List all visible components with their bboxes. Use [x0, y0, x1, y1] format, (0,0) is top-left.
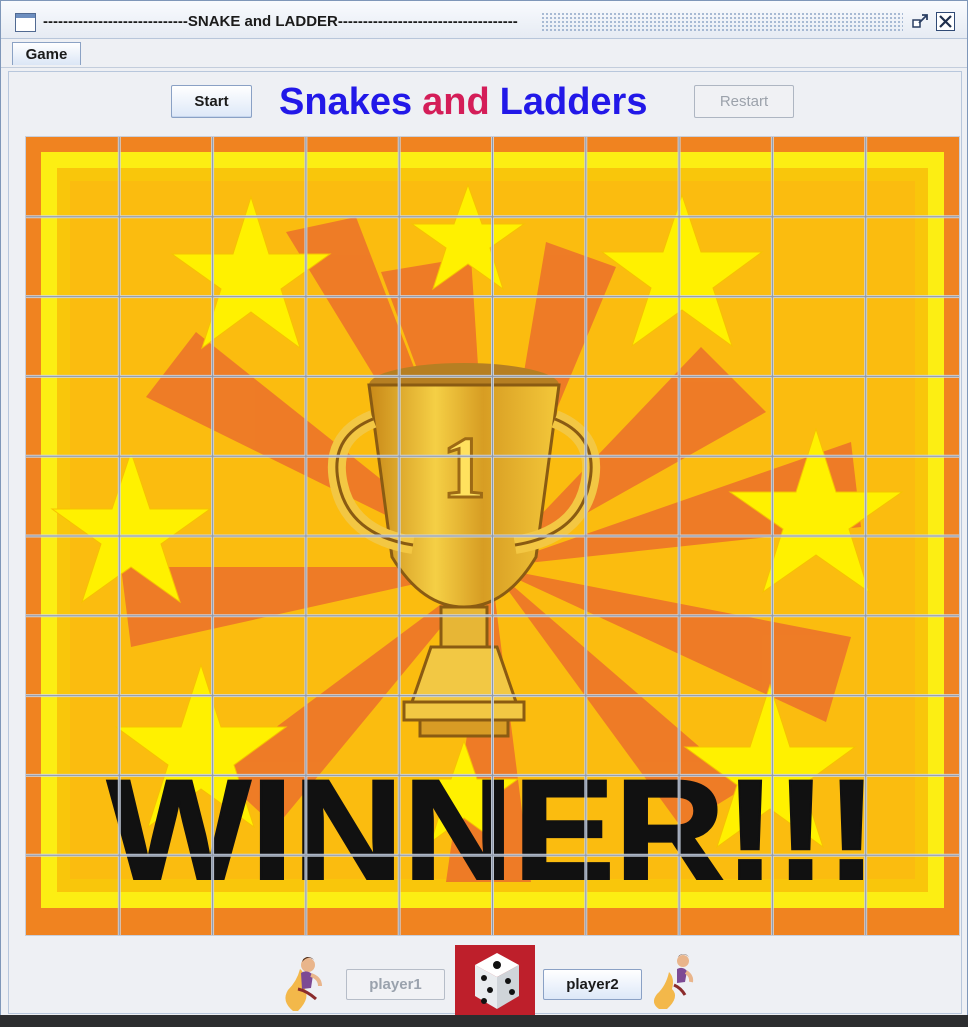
restore-icon[interactable]	[911, 12, 930, 31]
winner-image: 1 WINNER!!!	[26, 137, 959, 935]
close-icon[interactable]	[936, 12, 955, 31]
window-icon	[15, 13, 36, 32]
player1-button[interactable]: player1	[346, 969, 445, 1000]
genie-avatar-icon	[277, 953, 323, 1013]
restart-button[interactable]: Restart	[694, 85, 794, 118]
dice-icon[interactable]	[455, 945, 535, 1017]
player2-button[interactable]: player2	[543, 969, 642, 1000]
start-button[interactable]: Start	[171, 85, 252, 118]
game-board[interactable]: 1 WINNER!!!	[25, 136, 960, 936]
title-bar-grip	[541, 12, 903, 31]
title-ladders: Ladders	[499, 80, 648, 123]
menu-game[interactable]: Game	[12, 42, 81, 65]
winner-banner: WINNER!!!	[107, 751, 877, 910]
trophy-number: 1	[442, 420, 486, 517]
title-snakes: Snakes	[279, 80, 413, 123]
taskbar-strip	[0, 1015, 968, 1027]
title-and: and	[422, 80, 490, 123]
menu-bar: Game	[1, 39, 967, 68]
title-bar[interactable]: -----------------------------SNAKE and L…	[1, 1, 967, 39]
genie-avatar-icon	[649, 951, 695, 1011]
window-title: -----------------------------SNAKE and L…	[43, 13, 518, 30]
game-title: Snakes and Ladders	[279, 80, 679, 124]
app-window: -----------------------------SNAKE and L…	[0, 0, 968, 1017]
